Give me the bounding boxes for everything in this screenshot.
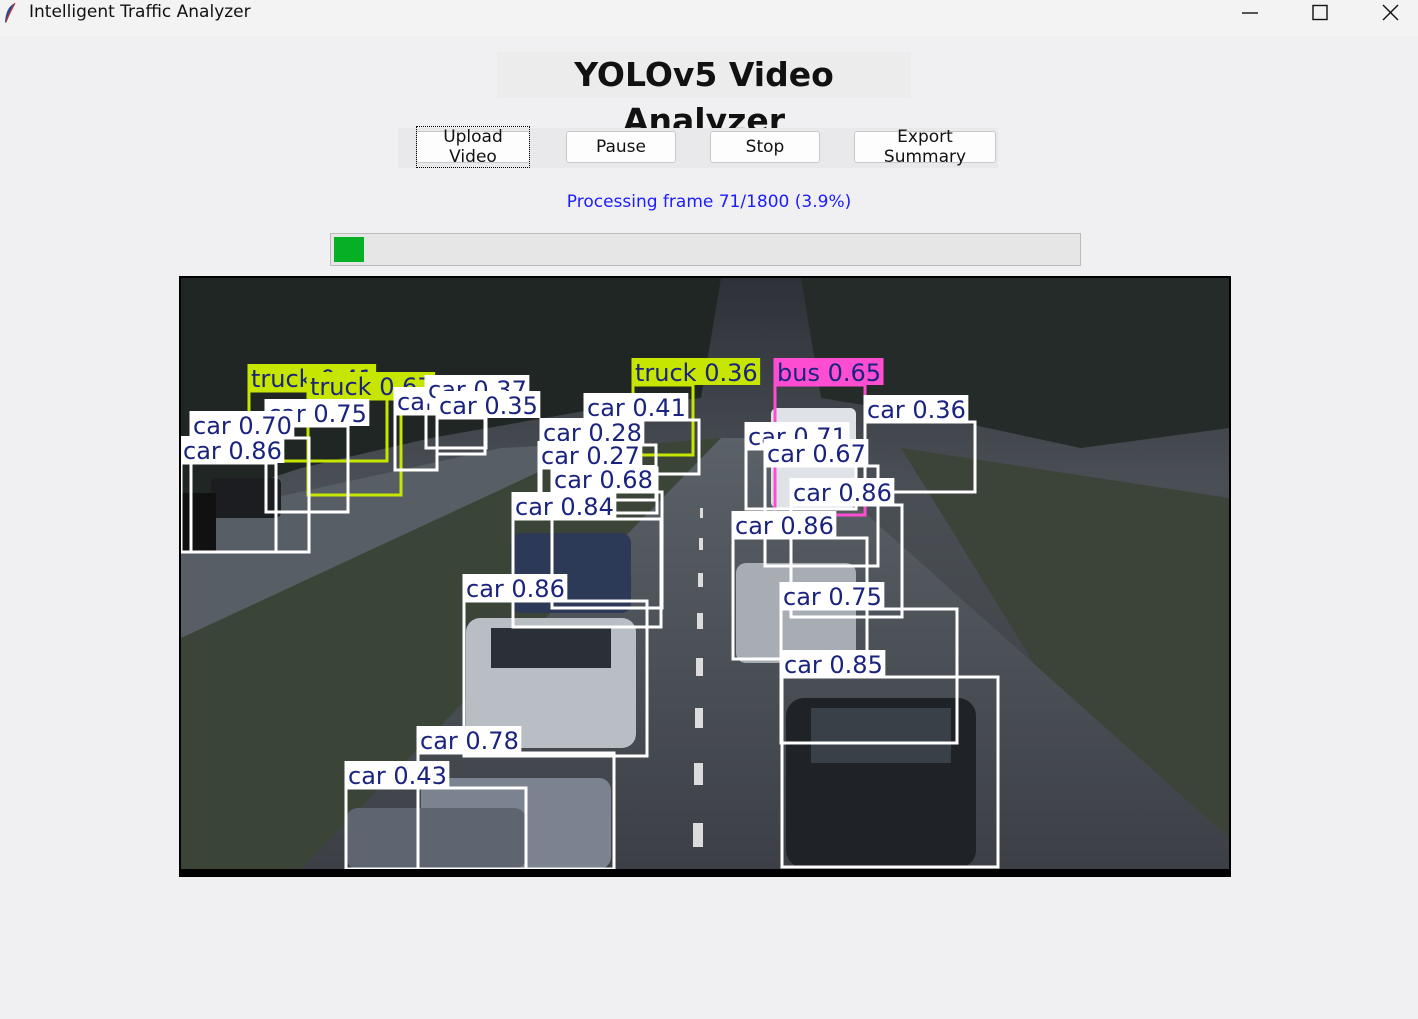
minimize-icon bbox=[1242, 12, 1258, 14]
detection-label: car 0.75 bbox=[783, 583, 882, 611]
detection-label: car 0.86 bbox=[183, 437, 282, 465]
upload-video-label: Upload Video bbox=[416, 126, 530, 168]
window-title: Intelligent Traffic Analyzer bbox=[29, 2, 251, 22]
detection-label: car 0.41 bbox=[587, 394, 686, 422]
progress-bar bbox=[330, 233, 1081, 266]
export-summary-button[interactable]: Export Summary bbox=[854, 127, 996, 167]
video-scene: truck 0.41truck 0.67car 0.75car 0.70car … bbox=[181, 278, 1229, 871]
video-frame: truck 0.41truck 0.67car 0.75car 0.70car … bbox=[179, 276, 1231, 877]
detection-label: car 0.36 bbox=[867, 396, 966, 424]
close-button[interactable] bbox=[1362, 0, 1418, 26]
pause-button[interactable]: Pause bbox=[566, 131, 676, 163]
stop-label: Stop bbox=[745, 137, 785, 157]
detection-label: car 0.35 bbox=[439, 392, 538, 420]
page-title: YOLOv5 Video Analyzer bbox=[497, 52, 911, 140]
detection-label: car 0.78 bbox=[420, 727, 519, 755]
window-titlebar: Intelligent Traffic Analyzer bbox=[0, 0, 1418, 36]
progress-fill bbox=[334, 237, 364, 262]
detection-label: truck 0.36 bbox=[635, 359, 758, 387]
upload-video-button[interactable]: Upload Video bbox=[416, 126, 530, 168]
stop-button[interactable]: Stop bbox=[710, 131, 820, 163]
detection-label: bus 0.65 bbox=[777, 359, 881, 387]
detection-label: car 0.84 bbox=[515, 493, 614, 521]
feather-icon bbox=[5, 2, 16, 23]
maximize-icon bbox=[1312, 4, 1328, 21]
maximize-button[interactable] bbox=[1292, 0, 1348, 26]
detection-label: car 0.70 bbox=[193, 412, 292, 440]
toolbar: Upload Video Pause Stop Export Summary bbox=[398, 126, 998, 168]
processing-status: Processing frame 71/1800 (3.9%) bbox=[566, 192, 852, 212]
detection-label: car 0.68 bbox=[554, 466, 653, 494]
detection-label: car 0.67 bbox=[767, 440, 866, 468]
close-icon bbox=[1382, 4, 1399, 21]
detection-label: car 0.86 bbox=[466, 575, 565, 603]
detection-label: car 0.86 bbox=[735, 512, 834, 540]
detection-label: car 0.85 bbox=[784, 651, 883, 679]
pause-label: Pause bbox=[596, 137, 646, 157]
minimize-button[interactable] bbox=[1222, 0, 1278, 26]
detection-label: car 0.86 bbox=[793, 479, 892, 507]
export-summary-label: Export Summary bbox=[883, 127, 967, 167]
detection-label: car 0.43 bbox=[348, 762, 447, 790]
